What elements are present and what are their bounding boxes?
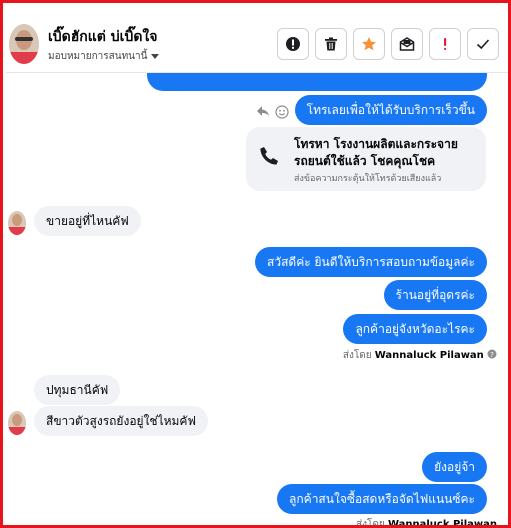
contact-name[interactable]: เบิ๊ดฮักแต่ บ่เบิ๊ดใจ (48, 26, 157, 48)
exclamation-icon (444, 38, 447, 50)
message-bubble-cutoff (147, 73, 487, 91)
trash-icon (325, 37, 337, 51)
exclamation-circle-icon (286, 37, 300, 51)
message-bubble-outgoing[interactable]: โทรเลยเพื่อให้ได้รับบริการเร็วขึ้น (294, 95, 487, 125)
sent-by-prefix: ส่งโดย (342, 350, 372, 361)
delete-button[interactable] (315, 28, 347, 60)
message-bubble-incoming[interactable]: สีขาวตัวสูงรถยังอยู่ใช่ไหมคัฟ (34, 406, 208, 436)
call-card-subtitle: ส่งข้อความกระตุ้นให้โทรด้วยเสียงแล้ว (294, 174, 442, 184)
caret-down-icon (151, 53, 160, 59)
conversation-header: เบิ๊ดฮักแต่ บ่เบิ๊ดใจ มอบหมายการสนทนานี้ (6, 6, 508, 73)
assign-conversation-dropdown[interactable]: มอบหมายการสนทนานี้ (48, 49, 160, 64)
mark-unread-button[interactable] (391, 28, 423, 60)
phone-icon (260, 147, 278, 165)
assign-label: มอบหมายการสนทนานี้ (48, 51, 148, 62)
checkmark-icon (476, 39, 490, 50)
contact-avatar[interactable] (9, 24, 39, 64)
star-button[interactable] (353, 28, 385, 60)
sent-by-name[interactable]: Wannaluck Pilawan (375, 350, 484, 361)
sent-by-label: ส่งโดย Wannaluck Pilawan ? (343, 348, 497, 363)
svg-text:?: ? (490, 351, 494, 359)
sent-by-label-cutoff: ส่งโดย Wannaluck Pilawan (356, 519, 497, 528)
message-bubble-incoming[interactable]: ขายอยู่ที่ไหนคัฟ (34, 206, 141, 236)
mark-spam-button[interactable] (429, 28, 461, 60)
message-bubble-outgoing[interactable]: ลูกค้าสนใจซื้อสดหรือจัดไฟแนนซ์คะ (277, 484, 487, 514)
call-prompt-card[interactable]: โทรหา โรงงานผลิตและกระจาย รถยนต์ใช้แล้ว … (246, 127, 486, 191)
react-emoji-icon[interactable] (275, 105, 289, 119)
help-icon[interactable]: ? (487, 349, 497, 359)
message-bubble-outgoing[interactable]: สวัสดีค่ะ ยินดีให้บริการสอบถามข้อมูลค่ะ (255, 247, 487, 277)
contact-avatar-small (8, 411, 26, 435)
app-frame: เบิ๊ดฮักแต่ บ่เบิ๊ดใจ มอบหมายการสนทนานี้… (0, 0, 511, 528)
star-icon (362, 37, 376, 51)
contact-avatar-small (8, 211, 26, 235)
message-bubble-outgoing[interactable]: ลูกค้าอยู่จังหวัดอะไรคะ (343, 314, 487, 344)
message-bubble-outgoing[interactable]: ยังอยู่จ้า (422, 452, 487, 482)
reply-icon[interactable] (256, 105, 270, 117)
envelope-icon (399, 37, 415, 51)
call-card-title-2: รถยนต์ใช้แล้ว โชคคุณโชค (294, 154, 436, 168)
message-thread[interactable]: โทรเลยเพื่อให้ได้รับบริการเร็วขึ้น โทรหา… (6, 73, 508, 528)
alert-button[interactable] (277, 28, 309, 60)
message-bubble-incoming[interactable]: ปทุมธานีคัฟ (34, 375, 121, 405)
mark-done-button[interactable] (467, 28, 499, 60)
message-bubble-outgoing[interactable]: ร้านอยู่ที่อุดรค่ะ (383, 280, 487, 310)
